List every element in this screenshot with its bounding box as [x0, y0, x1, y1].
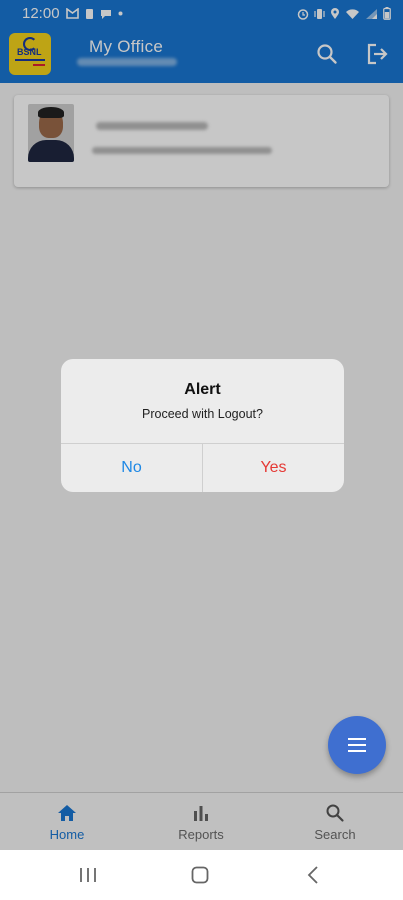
recents-button[interactable] — [78, 865, 98, 890]
no-button[interactable]: No — [61, 444, 202, 492]
recents-icon — [80, 868, 96, 882]
back-button[interactable] — [304, 865, 324, 890]
menu-icon-line — [348, 744, 366, 746]
back-chevron-icon — [307, 866, 318, 884]
dialog-message: Proceed with Logout? — [142, 407, 263, 421]
home-button[interactable] — [190, 865, 210, 890]
menu-icon — [348, 738, 366, 740]
home-square-icon — [191, 866, 209, 884]
menu-fab[interactable] — [328, 716, 386, 774]
system-navigation-bar — [0, 850, 403, 900]
yes-button[interactable]: Yes — [203, 444, 344, 492]
dialog-title: Alert — [184, 381, 221, 398]
alert-dialog: Alert Proceed with Logout? No Yes — [61, 359, 344, 492]
menu-icon-line — [348, 750, 366, 752]
